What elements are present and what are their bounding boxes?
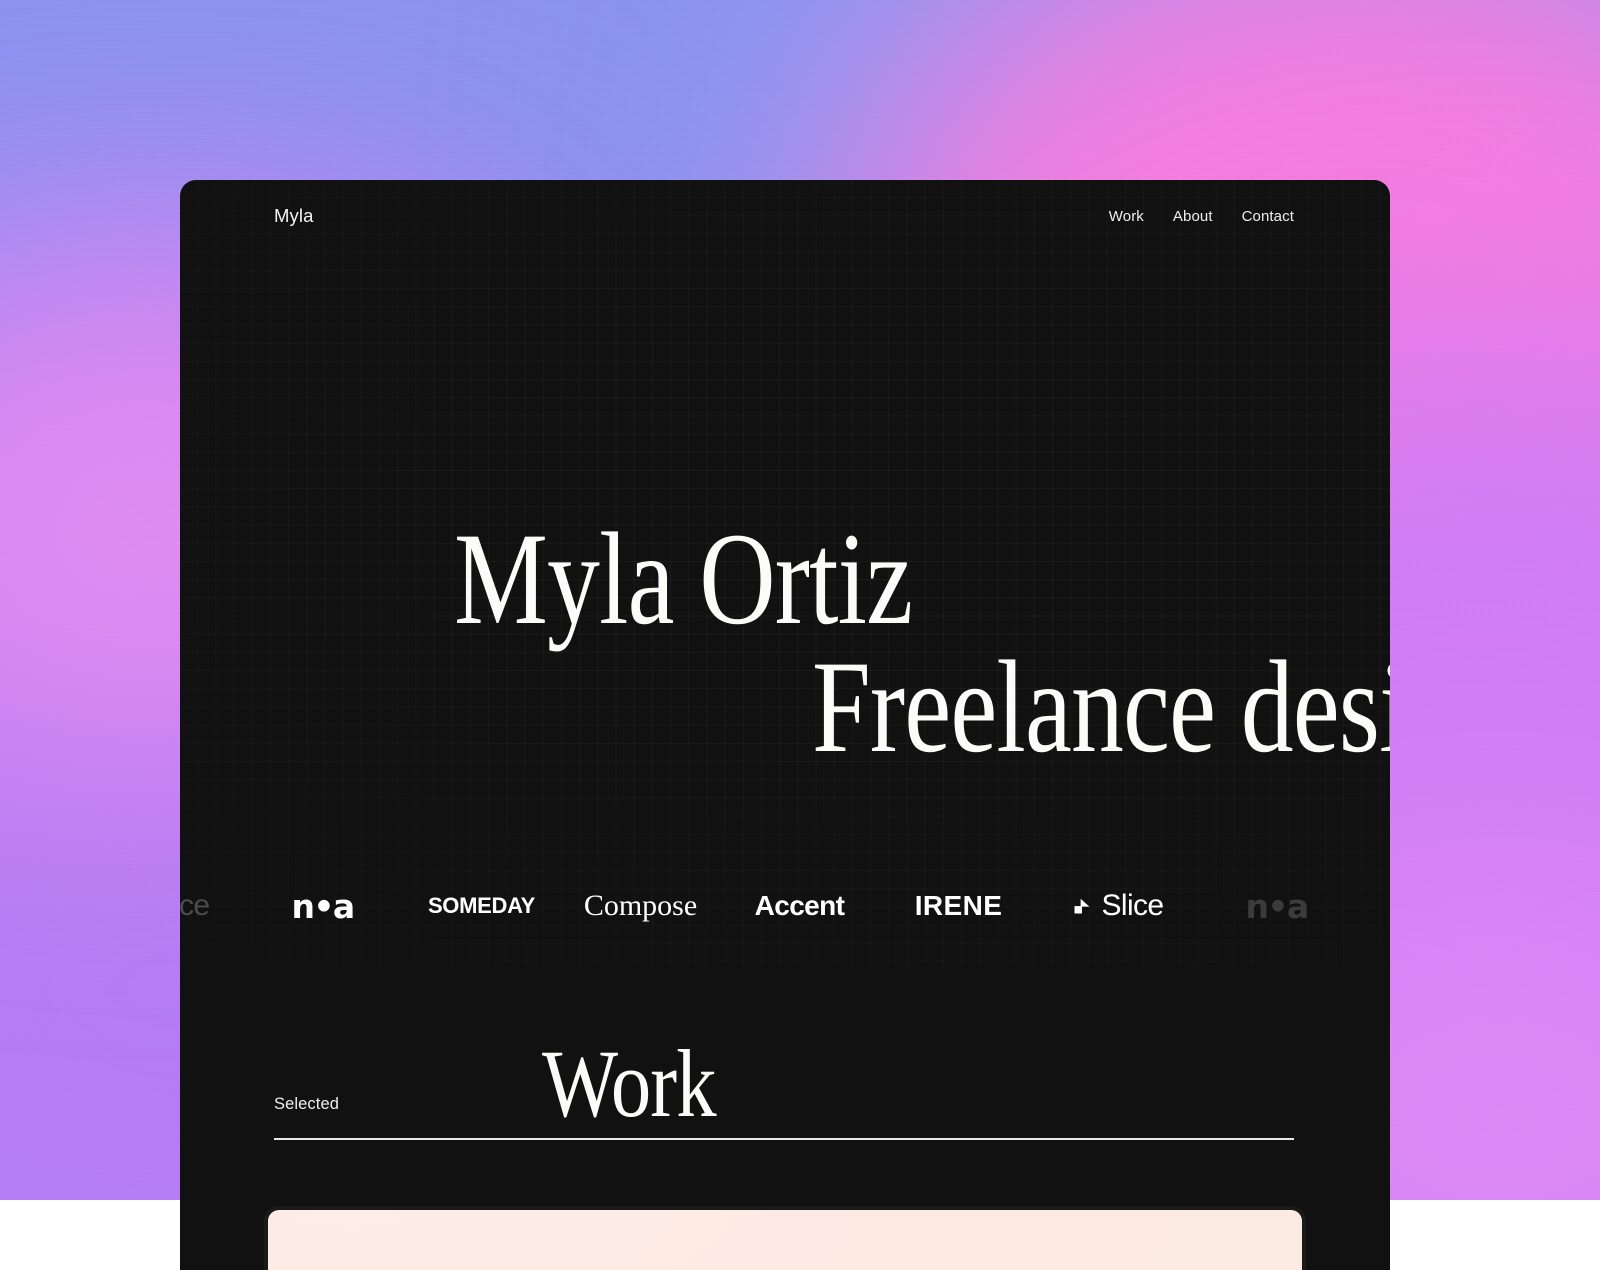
client-logo-compose: Compose [561, 870, 720, 942]
client-logo-na: n•a [243, 870, 402, 942]
selected-work-section: Selected Work [180, 1016, 1390, 1140]
client-logo-slice: Slice [180, 870, 243, 942]
client-logo-label: Accent [755, 890, 845, 922]
client-logo-accent: Accent [720, 870, 879, 942]
project-card[interactable]: J—Ø Work About Contact [264, 1206, 1306, 1270]
client-logo-label: IRENE [915, 890, 1003, 922]
client-logo-slice: Slice [1038, 870, 1197, 942]
nav-link-contact[interactable]: Contact [1242, 208, 1294, 225]
work-eyebrow: Selected [274, 1095, 339, 1114]
client-logo-label: Slice [1101, 889, 1163, 923]
hero-headline-line-2: Freelance designer [812, 646, 1390, 767]
client-logo-label: SOMEDAY [428, 893, 535, 919]
brand-logo[interactable]: Myla [274, 205, 313, 227]
slice-mark-icon [1071, 896, 1092, 917]
client-logo-label: n•a [291, 887, 353, 926]
project-card-canvas: J—Ø Work About Contact [268, 1210, 1302, 1270]
client-logo-marquee: Slice n•a SOMEDAY Compose Accent IRENE Slice n•… [180, 870, 1390, 942]
hero-section: Myla Ortiz Freelance designer [180, 180, 1390, 840]
client-logo-irene: IRENE [879, 870, 1038, 942]
site-header: Myla Work About Contact [180, 180, 1390, 252]
client-logo-someday: SOMEDAY [402, 870, 561, 942]
work-divider [274, 1138, 1294, 1140]
work-title: Work [542, 1036, 716, 1132]
main-nav: Work About Contact [1109, 208, 1294, 225]
nav-link-work[interactable]: Work [1109, 208, 1144, 225]
work-heading-row: Selected Work [274, 1016, 1294, 1138]
client-logo-label: Compose [584, 889, 697, 923]
client-logo-label: n•a [1245, 887, 1307, 926]
nav-link-about[interactable]: About [1173, 208, 1213, 225]
logo-track: Slice n•a SOMEDAY Compose Accent IRENE Slice n•… [180, 870, 1356, 942]
client-logo-label: Slice [180, 889, 210, 923]
portfolio-site-panel: Myla Work About Contact Myla Ortiz Freel… [180, 180, 1390, 1270]
client-logo-na: n•a [1197, 870, 1356, 942]
hero-headline-line-1: Myla Ortiz [454, 518, 912, 639]
